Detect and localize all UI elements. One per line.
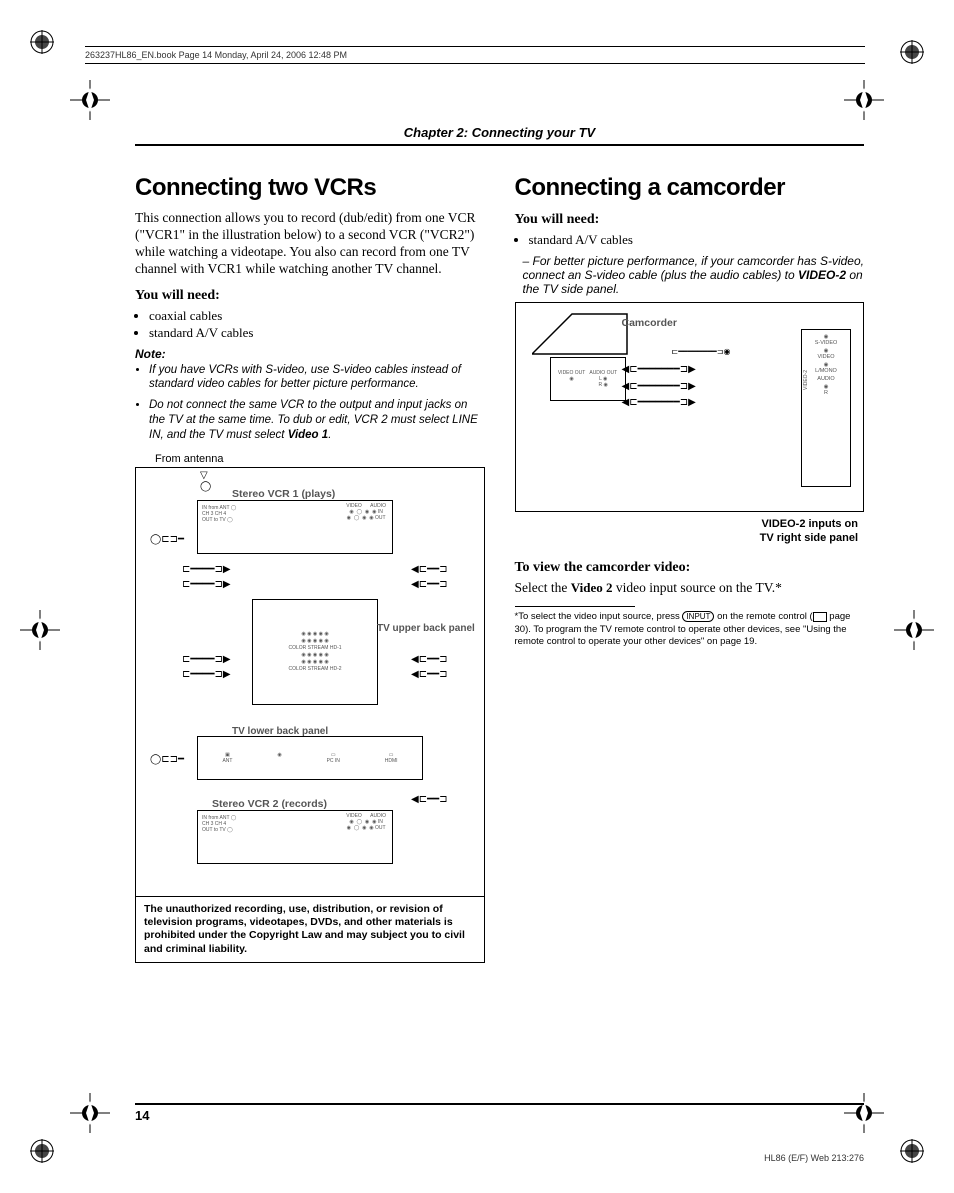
cable-icon: ⊏━━━━━━━━⊐◉ [672,347,731,356]
note-item: If you have VCRs with S-video, use S-vid… [149,363,485,393]
tv-upper-panel-box: ◉ ◉ ◉ ◉ ◉ ◉ ◉ ◉ ◉ ◉ COLOR STREAM HD-1 ◉ … [252,599,378,705]
cable-icon: ◯⊏⊐━ [150,534,184,545]
jack-label: AUDIO [817,376,834,382]
diagram-caption: VIDEO-2 inputs on TV right side panel [515,518,859,546]
cable-icon: ◀⊏━━━━━━━⊐▶ [622,381,696,392]
jack-label: L/MONO [815,368,837,374]
view-bold: Video 2 [571,580,613,595]
footnote: *To select the video input source, press… [515,611,865,648]
jack-label: OUT to TV [202,517,226,523]
jack-label: OUT to TV [202,827,226,833]
cable-icon: ◀⊏━━⊐ [411,794,448,805]
cable-icon: ◀⊏━━⊐ [411,564,448,575]
camcorder-label: Camcorder [622,317,677,329]
note-item: Do not connect the same VCR to the outpu… [149,398,485,443]
jack-label: COLOR STREAM HD-2 [288,666,341,672]
jack-label: AUDIO OUT [589,370,617,376]
camcorder-jacks: VIDEO OUT◉ AUDIO OUTL ◉R ◉ [550,357,626,401]
registration-mark-icon [30,1139,54,1163]
need-subitem: For better picture performance, if your … [523,254,865,296]
cable-icon: ◀⊏━━━━━━━⊐▶ [622,397,696,408]
view-body: Select the Video 2 video input source on… [515,580,865,597]
note-label: Note: [135,347,485,361]
jack-label: R [824,390,828,396]
chapter-heading: Chapter 2: Connecting your TV [135,125,864,146]
you-will-need-heading: You will need: [135,288,485,304]
jack-label: VIDEO [817,354,834,360]
section-title-camcorder: Connecting a camcorder [515,174,865,202]
tv-lower-panel-box: ▣ANT ◉ ▭PC IN ▭HDMI [197,736,423,780]
upper-panel-label: TV upper back panel [377,623,475,634]
section-title-vcrs: Connecting two VCRs [135,174,485,202]
panel-label: VIDEO-2 [803,370,809,390]
cable-icon: ◀⊏━━⊐ [411,669,448,680]
cable-icon: ⊏━━━━⊐▶ [182,669,231,680]
jack-label: OUT [375,825,386,831]
need-sublist: For better picture performance, if your … [523,254,865,296]
jack-label: VIDEO OUT [558,370,586,376]
vcr1-label: Stereo VCR 1 (plays) [232,488,335,500]
antenna-label: From antenna [155,453,485,465]
need-item: standard A/V cables [529,232,865,248]
page-content: Chapter 2: Connecting your TV Connecting… [135,125,864,1123]
crop-mark-icon [70,1093,110,1133]
jack-label: OUT [375,515,386,521]
crop-mark-icon [894,610,934,650]
vcr1-box: IN from ANT ◯ CH 3 CH 4 OUT to TV ◯ VIDE… [197,500,393,554]
vcr2-label: Stereo VCR 2 (records) [212,798,327,810]
jack-label: PC IN [327,758,340,764]
camcorder-wiring-diagram: Camcorder VIDEO OUT◉ AUDIO OUTL ◉R ◉ ◀⊏━… [515,302,865,512]
cable-icon: ◀⊏━━⊐ [411,579,448,590]
cable-icon: ⊏━━━━⊐▶ [182,654,231,665]
remote-key-icon: INPUT [682,611,714,622]
footnote-rule [515,606,635,607]
registration-mark-icon [30,30,54,54]
note-list: If you have VCRs with S-video, use S-vid… [135,363,485,444]
jack-label: VIDEO [346,503,362,509]
antenna-icon: ▽◯ [200,470,211,492]
cable-icon: ⊏━━━━⊐▶ [182,564,231,575]
jack-label: COLOR STREAM HD-1 [288,645,341,651]
cable-icon: ◀⊏━━━━━━━⊐▶ [622,364,696,375]
manual-page: 263237HL86_EN.book Page 14 Monday, April… [0,0,954,1193]
need-item: standard A/V cables [149,325,485,341]
note-bold: Video 1 [288,429,328,441]
video2-panel-box: ◉S-VIDEO VIDEO-2 ◉VIDEO ◉L/MONO AUDIO ◉R [801,329,851,487]
vcr-wiring-diagram: ▽◯ Stereo VCR 1 (plays) IN from ANT ◯ CH… [135,467,485,897]
cable-icon: ⊏━━━━⊐▶ [182,579,231,590]
vcr2-box: IN from ANT ◯ CH 3 CH 4 OUT to TV ◯ VIDE… [197,810,393,864]
view-text: Select the [515,580,571,595]
you-will-need-heading: You will need: [515,212,865,228]
left-column: Connecting two VCRs This connection allo… [135,174,485,963]
crop-mark-icon [70,80,110,120]
footnote-text: *To select the video input source, press [515,611,683,622]
jack-label: HDMI [385,758,398,764]
cable-icon: ◀⊏━━⊐ [411,654,448,665]
crop-mark-icon [844,80,884,120]
footer-code: HL86 (E/F) Web 213:276 [764,1153,864,1163]
footnote-text: on the remote control ( [714,611,812,622]
jack-label: ANT [222,758,232,764]
registration-mark-icon [900,40,924,64]
view-heading: To view the camcorder video: [515,560,865,576]
registration-mark-icon [900,1139,924,1163]
section-intro: This connection allows you to record (du… [135,210,485,278]
need-list: standard A/V cables [515,232,865,248]
cable-icon: ◯⊏⊐━ [150,754,184,765]
view-text: video input source on the TV.* [613,580,782,595]
jack-label: R [599,382,603,388]
right-column: Connecting a camcorder You will need: st… [515,174,865,963]
need-list: coaxial cables standard A/V cables [135,308,485,341]
jack-label: VIDEO [346,813,362,819]
jack-label: S-VIDEO [815,340,838,346]
need-sub-bold: VIDEO-2 [798,268,846,282]
copyright-warning: The unauthorized recording, use, distrib… [135,896,485,963]
page-number: 14 [135,1103,864,1123]
need-item: coaxial cables [149,308,485,324]
source-file-header: 263237HL86_EN.book Page 14 Monday, April… [85,46,865,64]
page-ref-icon [813,612,827,622]
crop-mark-icon [20,610,60,650]
